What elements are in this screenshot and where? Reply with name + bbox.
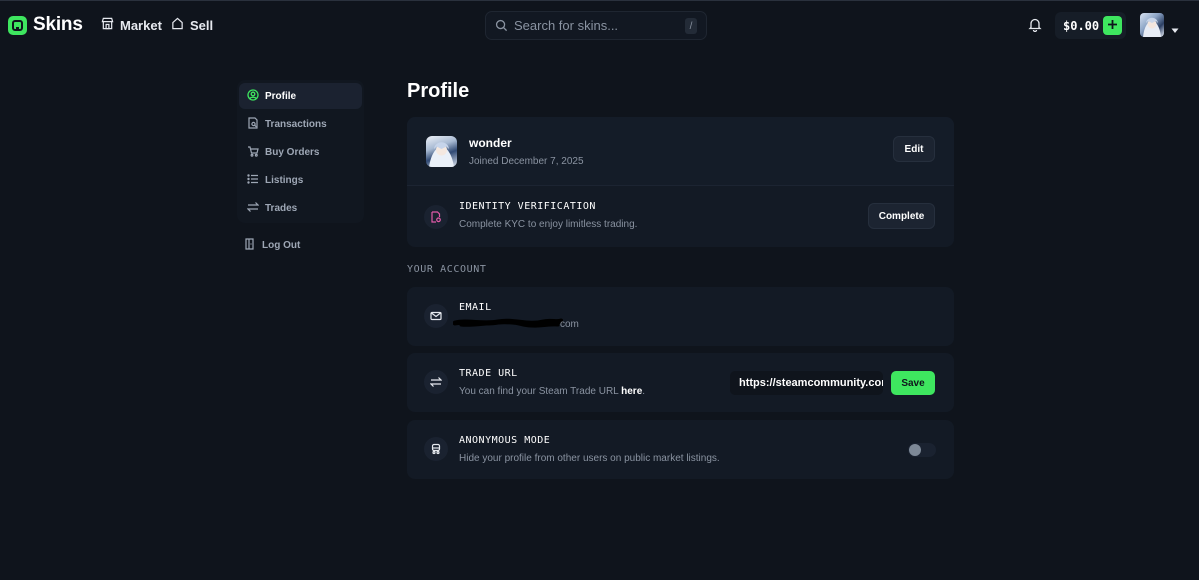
- incognito-icon: [424, 437, 448, 461]
- kyc-description: Complete KYC to enjoy limitless trading.: [459, 219, 638, 230]
- anonymous-mode-description: Hide your profile from other users on pu…: [459, 453, 720, 464]
- sidebar-item-profile[interactable]: Profile: [239, 83, 362, 109]
- save-trade-url-button[interactable]: Save: [891, 371, 935, 395]
- list-icon: [247, 173, 259, 188]
- sidebar-item-label: Trades: [265, 202, 298, 214]
- brand-logo[interactable]: Skins: [8, 14, 83, 36]
- chevron-down-icon[interactable]: [1171, 21, 1179, 39]
- plus-icon: [1107, 17, 1118, 35]
- trade-url-card: TRADE URL You can find your Steam Trade …: [407, 353, 954, 412]
- trade-url-title: TRADE URL: [459, 368, 518, 379]
- mail-icon: [424, 304, 448, 328]
- anonymous-mode-title: ANONYMOUS MODE: [459, 435, 551, 446]
- complete-kyc-button[interactable]: Complete: [868, 203, 935, 229]
- search-shortcut-hint: /: [685, 18, 697, 34]
- sidebar-item-transactions[interactable]: Transactions: [239, 111, 362, 137]
- sidebar-item-trades[interactable]: Trades: [239, 195, 362, 221]
- toggle-knob: [909, 444, 921, 456]
- logout-label: Log Out: [262, 240, 301, 251]
- nav-sell-label: Sell: [190, 17, 214, 33]
- email-value: com: [560, 319, 579, 330]
- anonymous-mode-toggle[interactable]: [908, 443, 936, 457]
- trade-url-input[interactable]: [730, 371, 883, 395]
- trade-url-description-text: You can find your Steam Trade URL: [459, 386, 622, 397]
- brand-logo-mark-icon: [8, 15, 27, 35]
- profile-card: wonder Joined December 7, 2025 Edit IDEN…: [407, 117, 954, 247]
- arrows-exchange-icon: [424, 370, 448, 394]
- sidebar-item-buy-orders[interactable]: Buy Orders: [239, 139, 362, 165]
- storefront-icon: [101, 17, 114, 33]
- email-card: EMAIL com: [407, 287, 954, 346]
- trade-url-here-link[interactable]: here: [621, 386, 642, 397]
- user-circle-icon: [247, 88, 259, 104]
- search-bar[interactable]: /: [485, 11, 707, 40]
- page-title: Profile: [407, 80, 470, 102]
- logout-icon: [244, 238, 256, 253]
- settings-sidebar: Profile Transactions Buy Orders Listings…: [237, 80, 364, 223]
- email-title: EMAIL: [459, 302, 492, 313]
- add-funds-button[interactable]: [1103, 16, 1122, 35]
- nav-market[interactable]: Market: [101, 17, 162, 33]
- receipt-search-icon: [247, 116, 259, 132]
- avatar[interactable]: [1140, 13, 1164, 37]
- arrows-exchange-icon: [246, 201, 260, 216]
- username: wonder: [469, 136, 512, 150]
- section-label-your-account: YOUR ACCOUNT: [407, 264, 487, 275]
- sidebar-item-label: Buy Orders: [265, 146, 320, 158]
- sidebar-item-label: Transactions: [265, 118, 327, 130]
- sidebar-item-label: Listings: [265, 174, 304, 186]
- profile-summary-row: wonder Joined December 7, 2025 Edit: [407, 117, 954, 185]
- redacted-email-scribble: [452, 316, 564, 330]
- nav-sell[interactable]: Sell: [171, 17, 213, 33]
- anonymous-mode-card: ANONYMOUS MODE Hide your profile from ot…: [407, 420, 954, 479]
- id-document-icon: [424, 205, 448, 229]
- trade-url-description-end: .: [642, 386, 646, 397]
- wallet-balance[interactable]: $0.00: [1055, 12, 1126, 39]
- trade-url-description: You can find your Steam Trade URL here.: [459, 386, 645, 397]
- balance-amount: $0.00: [1063, 18, 1100, 33]
- logout-button[interactable]: Log Out: [244, 238, 300, 253]
- bell-icon[interactable]: [1028, 17, 1042, 37]
- sidebar-item-label: Profile: [265, 90, 297, 102]
- nav-market-label: Market: [120, 17, 162, 33]
- search-icon: [495, 19, 508, 32]
- join-date: Joined December 7, 2025: [469, 156, 584, 167]
- identity-verification-row: IDENTITY VERIFICATION Complete KYC to en…: [407, 185, 954, 247]
- cart-icon: [247, 145, 259, 160]
- brand-name: Skins: [33, 14, 83, 35]
- top-navigation-bar: Skins Market Sell / $0.00: [0, 0, 1199, 48]
- tag-icon: [171, 17, 184, 33]
- sidebar-item-listings[interactable]: Listings: [239, 167, 362, 193]
- search-input[interactable]: [514, 18, 674, 33]
- edit-profile-button[interactable]: Edit: [893, 136, 935, 162]
- profile-avatar: [426, 136, 457, 167]
- kyc-title: IDENTITY VERIFICATION: [459, 201, 596, 212]
